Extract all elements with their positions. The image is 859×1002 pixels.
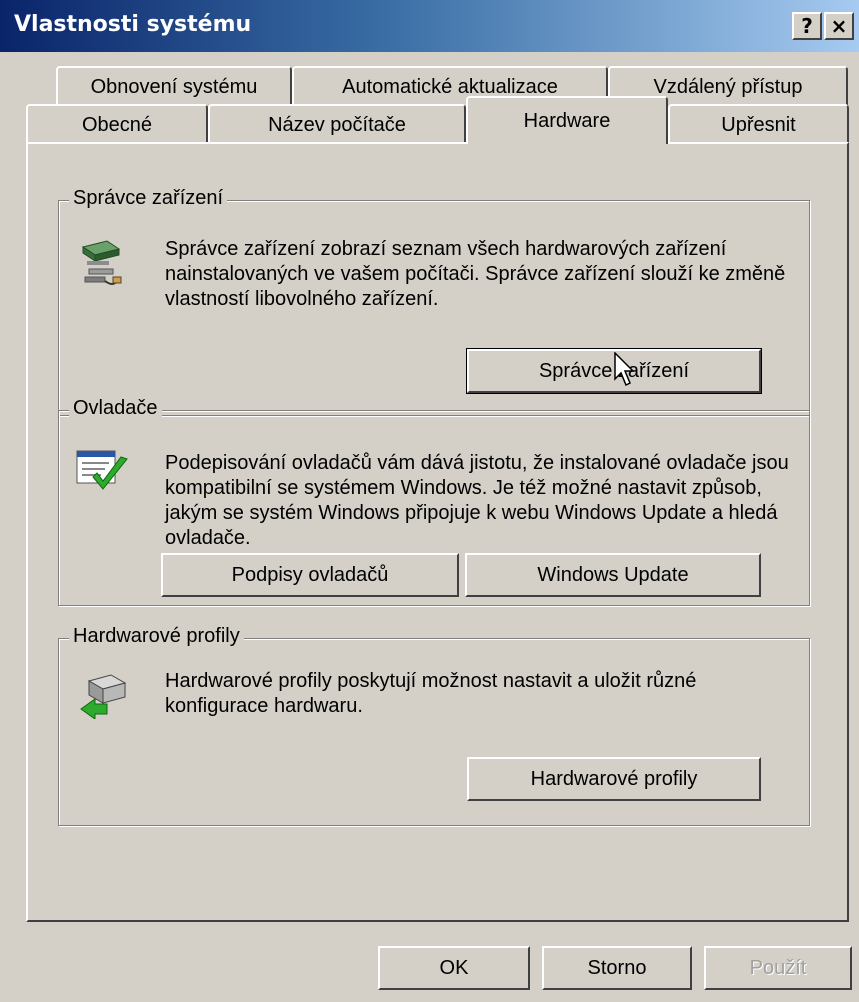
hardware-profiles-group: Hardwarové profily Hardwarové profily po… [58,625,810,826]
tab-obecne[interactable]: Obecné [26,104,208,144]
tab-nazev-pocitace[interactable]: Název počítače [208,104,466,144]
device-manager-group: Správce zařízení Správce zařízení zobraz… [58,187,810,416]
windows-update-button[interactable]: Windows Update [465,553,761,597]
device-manager-icon [81,240,122,285]
tab-upresnit[interactable]: Upřesnit [668,104,849,144]
tab-hardware[interactable]: Hardware [466,96,668,144]
hardware-tab-panel: Správce zařízení Správce zařízení zobraz… [26,142,849,922]
hardware-profiles-description: Hardwarové profily poskytují možnost nas… [165,670,697,717]
cancel-button[interactable]: Storno [542,946,692,990]
driver-signing-icon [76,450,128,490]
title-bar: Vlastnosti systému ? × [0,0,859,52]
mouse-pointer-icon [614,352,635,387]
drivers-group: Ovladače Podepisování ovladačů vám dává … [58,397,810,606]
driver-signing-button[interactable]: Podpisy ovladačů [161,553,459,597]
drivers-description: Podepisování ovladačů vám dává jistotu, … [165,452,789,549]
device-manager-description: Správce zařízení zobrazí seznam všech ha… [165,238,786,310]
drivers-legend: Ovladače [69,397,162,420]
help-button[interactable]: ? [792,12,822,40]
hardware-profiles-button[interactable]: Hardwarové profily [467,757,761,801]
window-title: Vlastnosti systému [14,12,252,37]
device-manager-legend: Správce zařízení [69,187,228,210]
apply-button[interactable]: Použít [704,946,852,990]
ok-button[interactable]: OK [378,946,530,990]
hardware-profiles-legend: Hardwarové profily [69,625,244,648]
close-button[interactable]: × [824,12,854,40]
hardware-profiles-icon [80,674,127,719]
tab-obnoveni-systemu[interactable]: Obnovení systému [56,66,292,106]
